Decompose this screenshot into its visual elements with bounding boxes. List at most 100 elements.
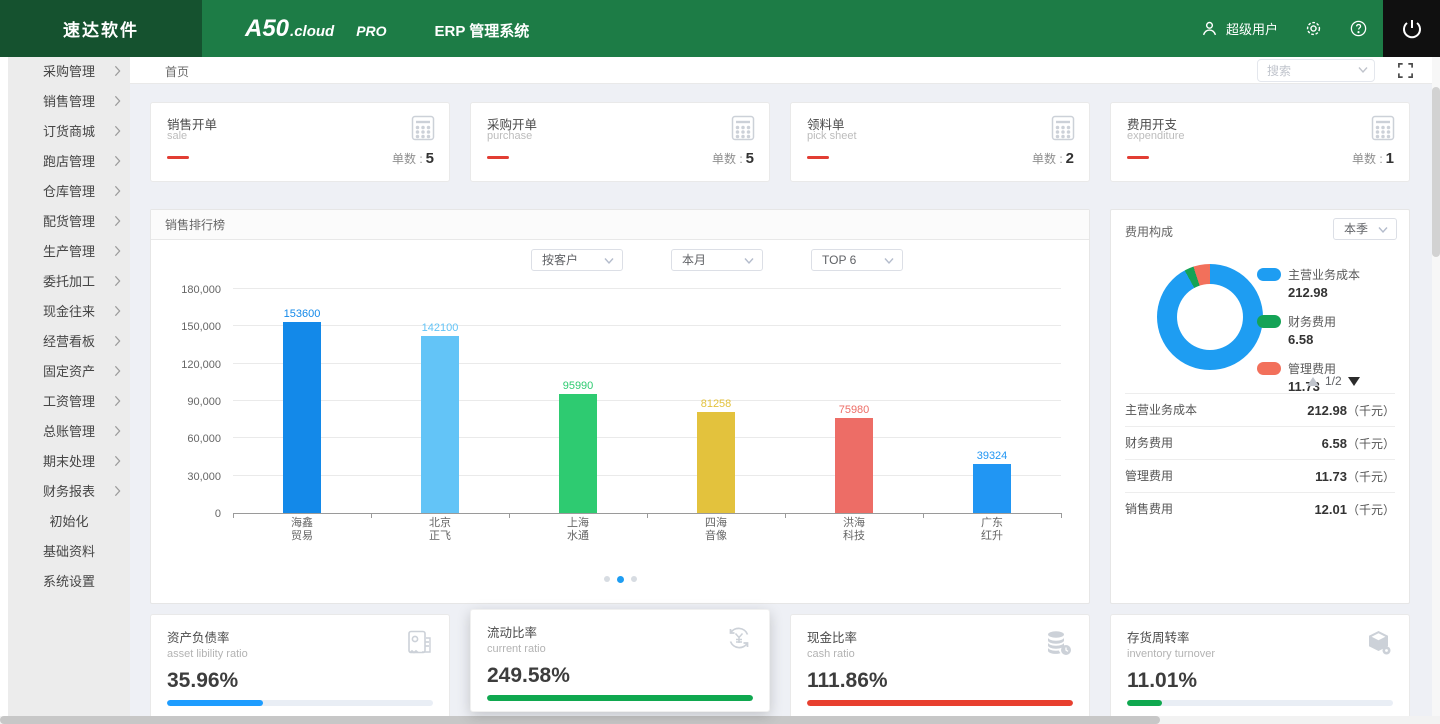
sidebar-menu-item[interactable]: 固定资产 — [8, 357, 130, 387]
expense-row-label: 管理费用 — [1125, 460, 1173, 492]
horizontal-scrollbar[interactable] — [0, 716, 1440, 724]
vertical-scrollbar[interactable] — [1432, 57, 1440, 716]
horizontal-scrollbar-thumb[interactable] — [0, 716, 1160, 724]
y-axis: 030,00060,00090,000120,000150,000180,000 — [155, 290, 227, 514]
summary-card[interactable]: 销售开单 sale 单数 :5 — [150, 102, 450, 182]
expense-row: 主营业务成本 212.98（千元） — [1125, 394, 1395, 427]
filter-dropdown[interactable]: TOP 6 — [811, 249, 903, 271]
sidebar-item-label: 初始化 — [49, 514, 88, 529]
sidebar-menu-item[interactable]: 期末处理 — [8, 447, 130, 477]
settings-gear-icon[interactable] — [1304, 19, 1323, 38]
search-input[interactable] — [1257, 59, 1375, 82]
accent-dash — [1127, 156, 1149, 159]
sidebar-item-label: 采购管理 — [43, 64, 95, 79]
chevron-right-icon — [114, 275, 121, 287]
accent-dash — [487, 156, 509, 159]
expense-panel-title: 费用构成 — [1125, 223, 1173, 240]
expense-row-value: 12.01（千元） — [1314, 493, 1395, 526]
sidebar-menu-item[interactable]: 基础资料 — [8, 537, 130, 567]
chevron-right-icon — [114, 215, 121, 227]
vertical-scrollbar-thumb[interactable] — [1432, 87, 1440, 257]
summary-card[interactable]: 领料单 pick sheet 单数 :2 — [790, 102, 1090, 182]
header-actions: 超级用户 — [1200, 0, 1368, 57]
sidebar-menu-item[interactable]: 订货商城 — [8, 117, 130, 147]
report-icon — [405, 629, 433, 657]
sidebar-menu-item[interactable]: 现金往来 — [8, 297, 130, 327]
charts-row: 销售排行榜 按客户 本月 — [150, 209, 1410, 604]
chevron-right-icon — [114, 95, 121, 107]
carousel-dot[interactable] — [631, 576, 637, 582]
sidebar-menu-item[interactable]: 经营看板 — [8, 327, 130, 357]
pager-down-icon[interactable] — [1348, 377, 1360, 386]
sidebar-menu-item[interactable]: 采购管理 — [8, 57, 130, 87]
sidebar-item-label: 期末处理 — [43, 454, 95, 469]
expense-row-label: 财务费用 — [1125, 427, 1173, 459]
expense-value-number: 11.73 — [1315, 469, 1347, 484]
sidebar-item-label: 现金往来 — [43, 304, 95, 319]
expense-row-value: 212.98（千元） — [1307, 394, 1395, 426]
y-axis-tick-label: 180,000 — [155, 284, 221, 296]
chevron-right-icon — [114, 245, 121, 257]
legend-item[interactable]: 财务费用 6.58 — [1257, 313, 1360, 347]
period-value: 本季 — [1344, 222, 1368, 236]
expense-value-unit: （千元） — [1347, 503, 1395, 517]
sidebar-menu-item[interactable]: 销售管理 — [8, 87, 130, 117]
sidebar-menu-item[interactable]: 跑店管理 — [8, 147, 130, 177]
legend-color-chip — [1257, 315, 1281, 328]
gridline — [233, 288, 1061, 289]
sidebar-menu-item[interactable]: 生产管理 — [8, 237, 130, 267]
pager-up-icon[interactable] — [1307, 377, 1319, 386]
filter-dropdown[interactable]: 按客户 — [531, 249, 623, 271]
sidebar-menu-item[interactable]: 工资管理 — [8, 387, 130, 417]
sidebar-item-label: 总账管理 — [43, 424, 95, 439]
progress-track — [167, 700, 433, 706]
sidebar-menu-item[interactable]: 委托加工 — [8, 267, 130, 297]
sidebar-menu-item[interactable]: 总账管理 — [8, 417, 130, 447]
brand-logo[interactable]: 速达软件 — [0, 0, 202, 57]
app-header: 速达软件 A50 .cloud PRO ERP 管理系统 超级用户 — [0, 0, 1440, 57]
chevron-down-icon — [744, 257, 754, 265]
sidebar-menu-item[interactable]: 初始化 — [8, 507, 130, 537]
summary-card[interactable]: 费用开支 expenditure 单数 :1 — [1110, 102, 1410, 182]
sidebar-item-label: 系统设置 — [43, 574, 95, 589]
ratio-card-title: 资产负债率 — [167, 627, 433, 646]
ratio-card: 现金比率 cash ratio 111.86% — [790, 614, 1090, 719]
carousel-dot[interactable] — [604, 576, 610, 582]
help-icon[interactable] — [1349, 19, 1368, 38]
bar-chart-plot: 15360014210095990812587598039324 — [233, 290, 1061, 514]
count-value: 1 — [1386, 150, 1394, 167]
summary-card-count: 单数 :2 — [1032, 150, 1074, 167]
filter-dropdown[interactable]: 本月 — [671, 249, 763, 271]
fullscreen-icon[interactable] — [1397, 62, 1414, 79]
expense-row: 管理费用 11.73（千元） — [1125, 460, 1395, 493]
bar-value-label: 39324 — [977, 450, 1008, 462]
sidebar-menu-item[interactable]: 配货管理 — [8, 207, 130, 237]
chart-filters: 按客户 本月 TOP 6 — [531, 249, 903, 271]
summary-card[interactable]: 采购开单 purchase 单数 :5 — [470, 102, 770, 182]
topbar: 首页 — [130, 57, 1432, 84]
x-axis-label: 北京 正飞 — [371, 517, 509, 543]
carousel-dot[interactable] — [617, 576, 624, 583]
sidebar-item-label: 跑店管理 — [43, 154, 95, 169]
sidebar-menu-item[interactable]: 系统设置 — [8, 567, 130, 597]
logout-power-button[interactable] — [1383, 0, 1440, 57]
pager-label: 1/2 — [1325, 374, 1342, 388]
summary-card-subtitle: pick sheet — [807, 130, 857, 142]
sidebar-menu-item[interactable]: 财务报表 — [8, 477, 130, 507]
breadcrumb-home[interactable]: 首页 — [165, 63, 189, 80]
ratio-cards-row: 资产负债率 asset libility ratio 35.96% 流动比率 — [150, 614, 1410, 707]
dashboard: 销售开单 sale 单数 :5 采购开单 purchase — [130, 85, 1432, 716]
legend-label: 主营业务成本 — [1288, 266, 1360, 283]
user-menu[interactable]: 超级用户 — [1200, 19, 1278, 38]
legend-item[interactable]: 主营业务成本 212.98 — [1257, 266, 1360, 300]
period-dropdown[interactable]: 本季 — [1333, 218, 1397, 240]
expense-value-unit: （千元） — [1347, 404, 1395, 418]
sales-ranking-panel: 销售排行榜 按客户 本月 — [150, 209, 1090, 604]
bar-column: 153600 — [233, 308, 371, 513]
summary-card-subtitle: purchase — [487, 130, 532, 142]
sidebar-item-label: 配货管理 — [43, 214, 95, 229]
y-axis-tick-label: 90,000 — [155, 396, 221, 408]
legend-color-chip — [1257, 362, 1281, 375]
expense-row-value: 11.73（千元） — [1315, 460, 1395, 492]
sidebar-menu-item[interactable]: 仓库管理 — [8, 177, 130, 207]
